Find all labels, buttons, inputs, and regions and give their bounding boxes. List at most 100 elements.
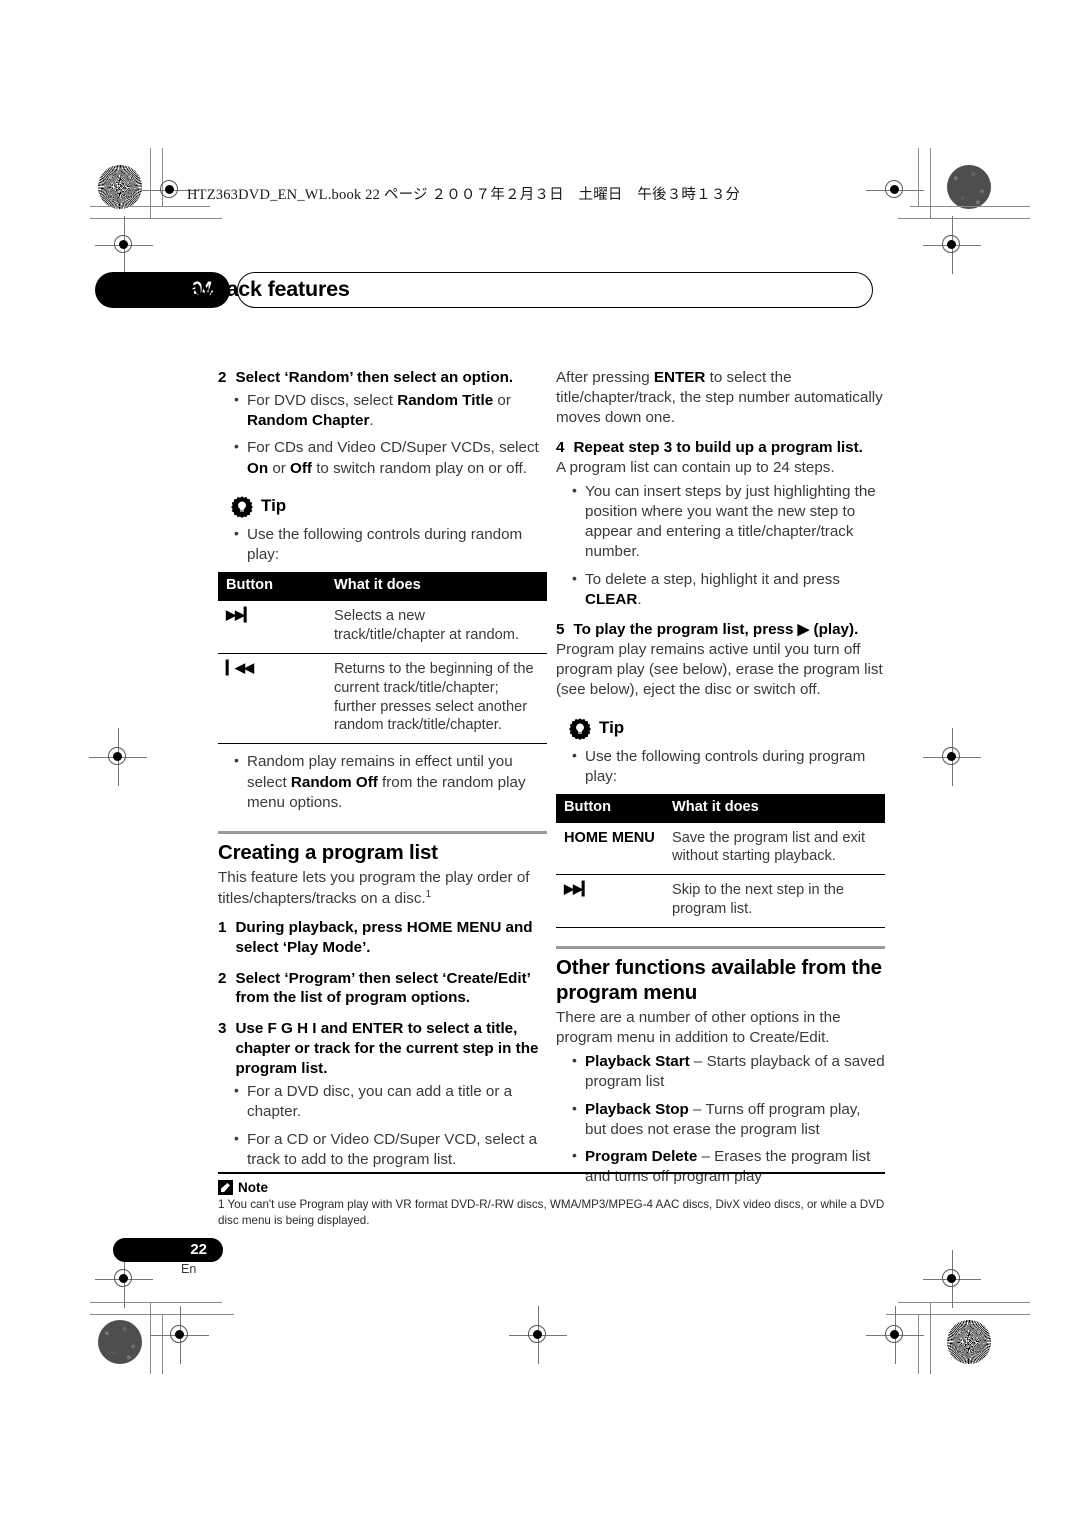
crop-line-bottom-right-v2 <box>918 1314 919 1374</box>
list-item: For a DVD disc, you can add a title or a… <box>234 1081 547 1122</box>
list-item: For a CD or Video CD/Super VCD, select a… <box>234 1128 547 1170</box>
registration-mark-top-left <box>95 216 153 274</box>
list-item: Use the following controls during progra… <box>572 746 885 787</box>
table-header-row: Button What it does <box>218 572 547 601</box>
step-text: Use F G H I and ENTER to select a title,… <box>235 1020 539 1078</box>
crop-line-top-left-v <box>150 148 151 218</box>
step-number: 2 <box>218 369 227 386</box>
column-header-button: Button <box>218 572 326 601</box>
step-5-subtext: Program play remains active until you tu… <box>556 641 883 699</box>
chapter-header: 04 Disc playback features <box>95 272 873 308</box>
page-title: Disc playback features <box>121 277 350 301</box>
page-number-badge: 22 <box>113 1238 223 1262</box>
print-slug-line: HTZ363DVD_EN_WL.book 22 ページ ２００７年２月３日 土曜… <box>187 187 741 203</box>
section-title-other-functions: Other functions available from the progr… <box>556 956 882 1004</box>
home-menu-key-label: HOME MENU <box>556 822 664 876</box>
section-intro-text: This feature lets you program the play o… <box>218 868 547 908</box>
list-item: Playback Start – Starts playback of a sa… <box>572 1051 885 1092</box>
list-item: To delete a step, highlight it and press… <box>572 569 885 610</box>
list-item: For DVD discs, select Random Title or Ra… <box>234 390 547 431</box>
crop-line-bottom-right-h <box>898 1302 1030 1303</box>
halftone-star-top-left <box>98 165 142 209</box>
list-item: Program Delete – Erases the program list… <box>572 1146 885 1187</box>
column-header-what-it-does: What it does <box>664 794 885 823</box>
step-4-repeat: 4 Repeat step 3 to build up a program li… <box>556 438 885 458</box>
step-4-bullets: You can insert steps by just highlightin… <box>556 481 885 610</box>
tip-gear-icon <box>569 717 591 740</box>
step-3-select-title: 3 Use F G H I and ENTER to select a titl… <box>218 1019 547 1079</box>
table-header-row: Button What it does <box>556 794 885 823</box>
note-pencil-icon <box>218 1180 233 1195</box>
section-title-creating-program-list: Creating a program list <box>218 841 438 865</box>
footnote-marker: 1 <box>425 888 432 900</box>
next-track-icon: ▶▶▎ <box>218 600 326 654</box>
note-label: Note <box>238 1180 268 1195</box>
registration-mark-bottom-right <box>923 1250 981 1308</box>
column-header-button: Button <box>556 794 664 823</box>
section-divider <box>556 946 885 950</box>
table-row: ▶▶▎ Skip to the next step in the program… <box>556 874 885 929</box>
crop-line-top-right-v2 <box>930 148 931 218</box>
registration-mark-top-right-slug <box>866 173 924 207</box>
step-4-subtext: A program list can contain up to 24 step… <box>556 458 835 476</box>
step-text: Select ‘Program’ then select ‘Create/Edi… <box>235 969 531 1007</box>
program-controls-table: Button What it does HOME MENU Save the p… <box>556 794 885 929</box>
tip-heading-program: Tip <box>568 717 885 741</box>
random-controls-table: Button What it does ▶▶▎ Selects a new tr… <box>218 572 547 745</box>
step-number: 3 <box>218 1020 227 1038</box>
table-cell-description: Selects a new track/title/chapter at ran… <box>326 600 547 654</box>
registration-mark-top-left-slug <box>141 173 199 207</box>
step-5-play-program-list: 5 To play the program list, press ▶ (pla… <box>556 620 885 640</box>
column-header-what-it-does: What it does <box>326 572 547 601</box>
step-number: 1 <box>218 918 227 936</box>
step-text: Repeat step 3 to build up a program list… <box>573 438 863 456</box>
step-text: To play the program list, press ▶ (play)… <box>573 621 859 639</box>
next-track-icon: ▶▶▎ <box>556 874 664 929</box>
table-cell-description: Skip to the next step in the program lis… <box>664 874 885 929</box>
section-divider <box>218 831 547 835</box>
table-cell-description: Save the program list and exit without s… <box>664 822 885 876</box>
after-enter-paragraph: After pressing ENTER to select the title… <box>556 369 883 427</box>
step-3-bullets: For a DVD disc, you can add a title or a… <box>218 1081 547 1170</box>
tip-bullets-random: Use the following controls during random… <box>218 524 547 565</box>
tip-label: Tip <box>261 496 287 516</box>
halftone-star-bottom-right <box>947 1320 991 1364</box>
registration-mark-top-right <box>923 216 981 274</box>
step-2-random: 2 Select ‘Random’ then select an option. <box>218 368 547 388</box>
crop-line-top-right-v <box>918 148 919 206</box>
tip-gear-icon <box>231 495 253 518</box>
halftone-grain-top-right <box>947 165 991 209</box>
step-number: 2 <box>218 969 227 987</box>
table-row: ▎◀◀ Returns to the beginning of the curr… <box>218 653 547 745</box>
left-column: 2 Select ‘Random’ then select an option.… <box>218 368 547 1180</box>
crop-line-top-right-h2 <box>898 218 1030 219</box>
tip-bullets-program: Use the following controls during progra… <box>556 746 885 787</box>
list-item: For CDs and Video CD/Super VCDs, select … <box>234 437 547 478</box>
step-2-program-create-edit: 2 Select ‘Program’ then select ‘Create/E… <box>218 969 547 1009</box>
registration-mark-right-middle <box>923 728 981 786</box>
crop-line-top-right-h <box>910 206 1030 207</box>
registration-mark-left-middle <box>89 728 147 786</box>
note-divider <box>218 1172 885 1174</box>
right-column: After pressing ENTER to select the title… <box>556 368 885 1198</box>
crop-line-bottom-right-v <box>930 1302 931 1374</box>
registration-mark-bottom-left <box>95 1250 153 1308</box>
step-2-bullets: For DVD discs, select Random Title or Ra… <box>218 390 547 479</box>
note-body-text: 1 You can't use Program play with VR for… <box>218 1198 885 1227</box>
step-number: 4 <box>556 438 565 456</box>
list-item: Playback Stop – Turns off program play, … <box>572 1099 885 1140</box>
step-number: 5 <box>556 621 565 639</box>
list-item: You can insert steps by just highlightin… <box>572 481 885 563</box>
table-row: ▶▶▎ Selects a new track/title/chapter at… <box>218 600 547 654</box>
halftone-grain-bottom-left <box>98 1320 142 1364</box>
step-text: Select ‘Random’ then select an option. <box>235 369 514 386</box>
crop-line-top-left-h2 <box>90 218 222 219</box>
registration-mark-bottom-center <box>509 1306 567 1364</box>
step-1-home-menu: 1 During playback, press HOME MENU and s… <box>218 918 547 958</box>
table-row: HOME MENU Save the program list and exit… <box>556 822 885 876</box>
crop-line-bottom-right-h2 <box>886 1314 1030 1315</box>
table-cell-description: Returns to the beginning of the current … <box>326 653 547 745</box>
step-text: During playback, press HOME MENU and sel… <box>235 918 533 956</box>
tip-label: Tip <box>599 718 625 738</box>
tip-heading-random: Tip <box>230 495 547 519</box>
